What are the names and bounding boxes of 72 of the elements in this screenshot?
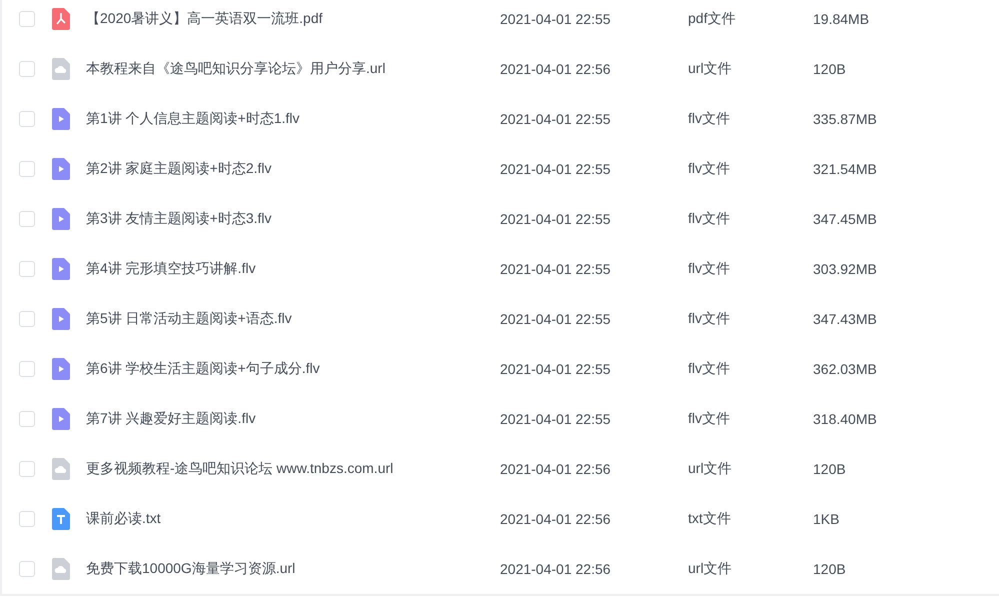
video-file-icon [52,158,70,180]
checkbox[interactable] [19,511,35,527]
file-type: url文件 [688,60,733,78]
file-name: 免费下载10000G海量学习资源.url [86,560,296,578]
file-size: 321.54MB [813,161,877,177]
video-file-icon [52,408,70,430]
file-name: 本教程来自《途鸟吧知识分享论坛》用户分享.url [86,60,386,78]
video-file-icon [52,258,70,280]
file-size: 120B [813,561,846,577]
checkbox[interactable] [19,61,35,77]
checkbox[interactable] [19,261,35,277]
checkbox[interactable] [19,561,35,577]
file-size: 120B [813,61,846,77]
pdf-file-icon [52,8,70,30]
file-size: 19.84MB [813,11,870,27]
modified-date: 2021-04-01 22:55 [500,311,612,327]
modified-date: 2021-04-01 22:55 [500,261,612,277]
checkbox[interactable] [19,111,35,127]
modified-date: 2021-04-01 22:55 [500,11,612,27]
file-name: 第2讲 家庭主题阅读+时态2.flv [86,160,273,178]
file-name: 第4讲 完形填空技巧讲解.flv [86,260,257,278]
file-name: 第7讲 兴趣爱好主题阅读.flv [86,410,257,428]
modified-date: 2021-04-01 22:55 [500,211,612,227]
checkbox[interactable] [19,161,35,177]
modified-date: 2021-04-01 22:56 [500,511,612,527]
modified-date: 2021-04-01 22:55 [500,161,612,177]
file-name: 第3讲 友情主题阅读+时态3.flv [86,210,273,228]
modified-date: 2021-04-01 22:56 [500,561,612,577]
file-name: 第1讲 个人信息主题阅读+时态1.flv [86,110,301,128]
modified-date: 2021-04-01 22:55 [500,361,612,377]
file-name: 更多视频教程-途鸟吧知识论坛 www.tnbzs.com.url [86,460,394,478]
checkbox[interactable] [19,211,35,227]
file-type: flv文件 [688,110,731,128]
checkbox[interactable] [19,311,35,327]
file-size: 1KB [813,511,840,527]
video-file-icon [52,308,70,330]
file-type: flv文件 [688,410,731,428]
video-file-icon [52,208,70,230]
file-type: flv文件 [688,160,731,178]
file-type: txt文件 [688,510,732,528]
cloud-file-icon [52,558,70,580]
file-type: url文件 [688,460,733,478]
file-type: url文件 [688,560,733,578]
file-type: flv文件 [688,210,731,228]
file-type: flv文件 [688,360,731,378]
file-size: 347.45MB [813,211,877,227]
file-name: 第6讲 学校生活主题阅读+句子成分.flv [86,360,321,378]
file-type: flv文件 [688,260,731,278]
text-file-icon [52,508,70,530]
video-file-icon [52,108,70,130]
file-size: 318.40MB [813,411,877,427]
file-size: 120B [813,461,846,477]
file-size: 362.03MB [813,361,877,377]
modified-date: 2021-04-01 22:56 [500,461,612,477]
checkbox[interactable] [19,461,35,477]
checkbox[interactable] [19,11,35,27]
file-size: 303.92MB [813,261,877,277]
file-type: flv文件 [688,310,731,328]
modified-date: 2021-04-01 22:55 [500,111,612,127]
modified-date: 2021-04-01 22:56 [500,61,612,77]
file-name: 课前必读.txt [86,510,162,528]
cloud-file-icon [52,458,70,480]
cloud-file-icon [52,58,70,80]
file-type: pdf文件 [688,10,736,28]
file-name: 【2020暑讲义】高一英语双一流班.pdf [86,10,324,28]
file-size: 347.43MB [813,311,877,327]
file-name: 第5讲 日常活动主题阅读+语态.flv [86,310,293,328]
modified-date: 2021-04-01 22:55 [500,411,612,427]
video-file-icon [52,358,70,380]
checkbox[interactable] [19,411,35,427]
file-size: 335.87MB [813,111,877,127]
checkbox[interactable] [19,361,35,377]
